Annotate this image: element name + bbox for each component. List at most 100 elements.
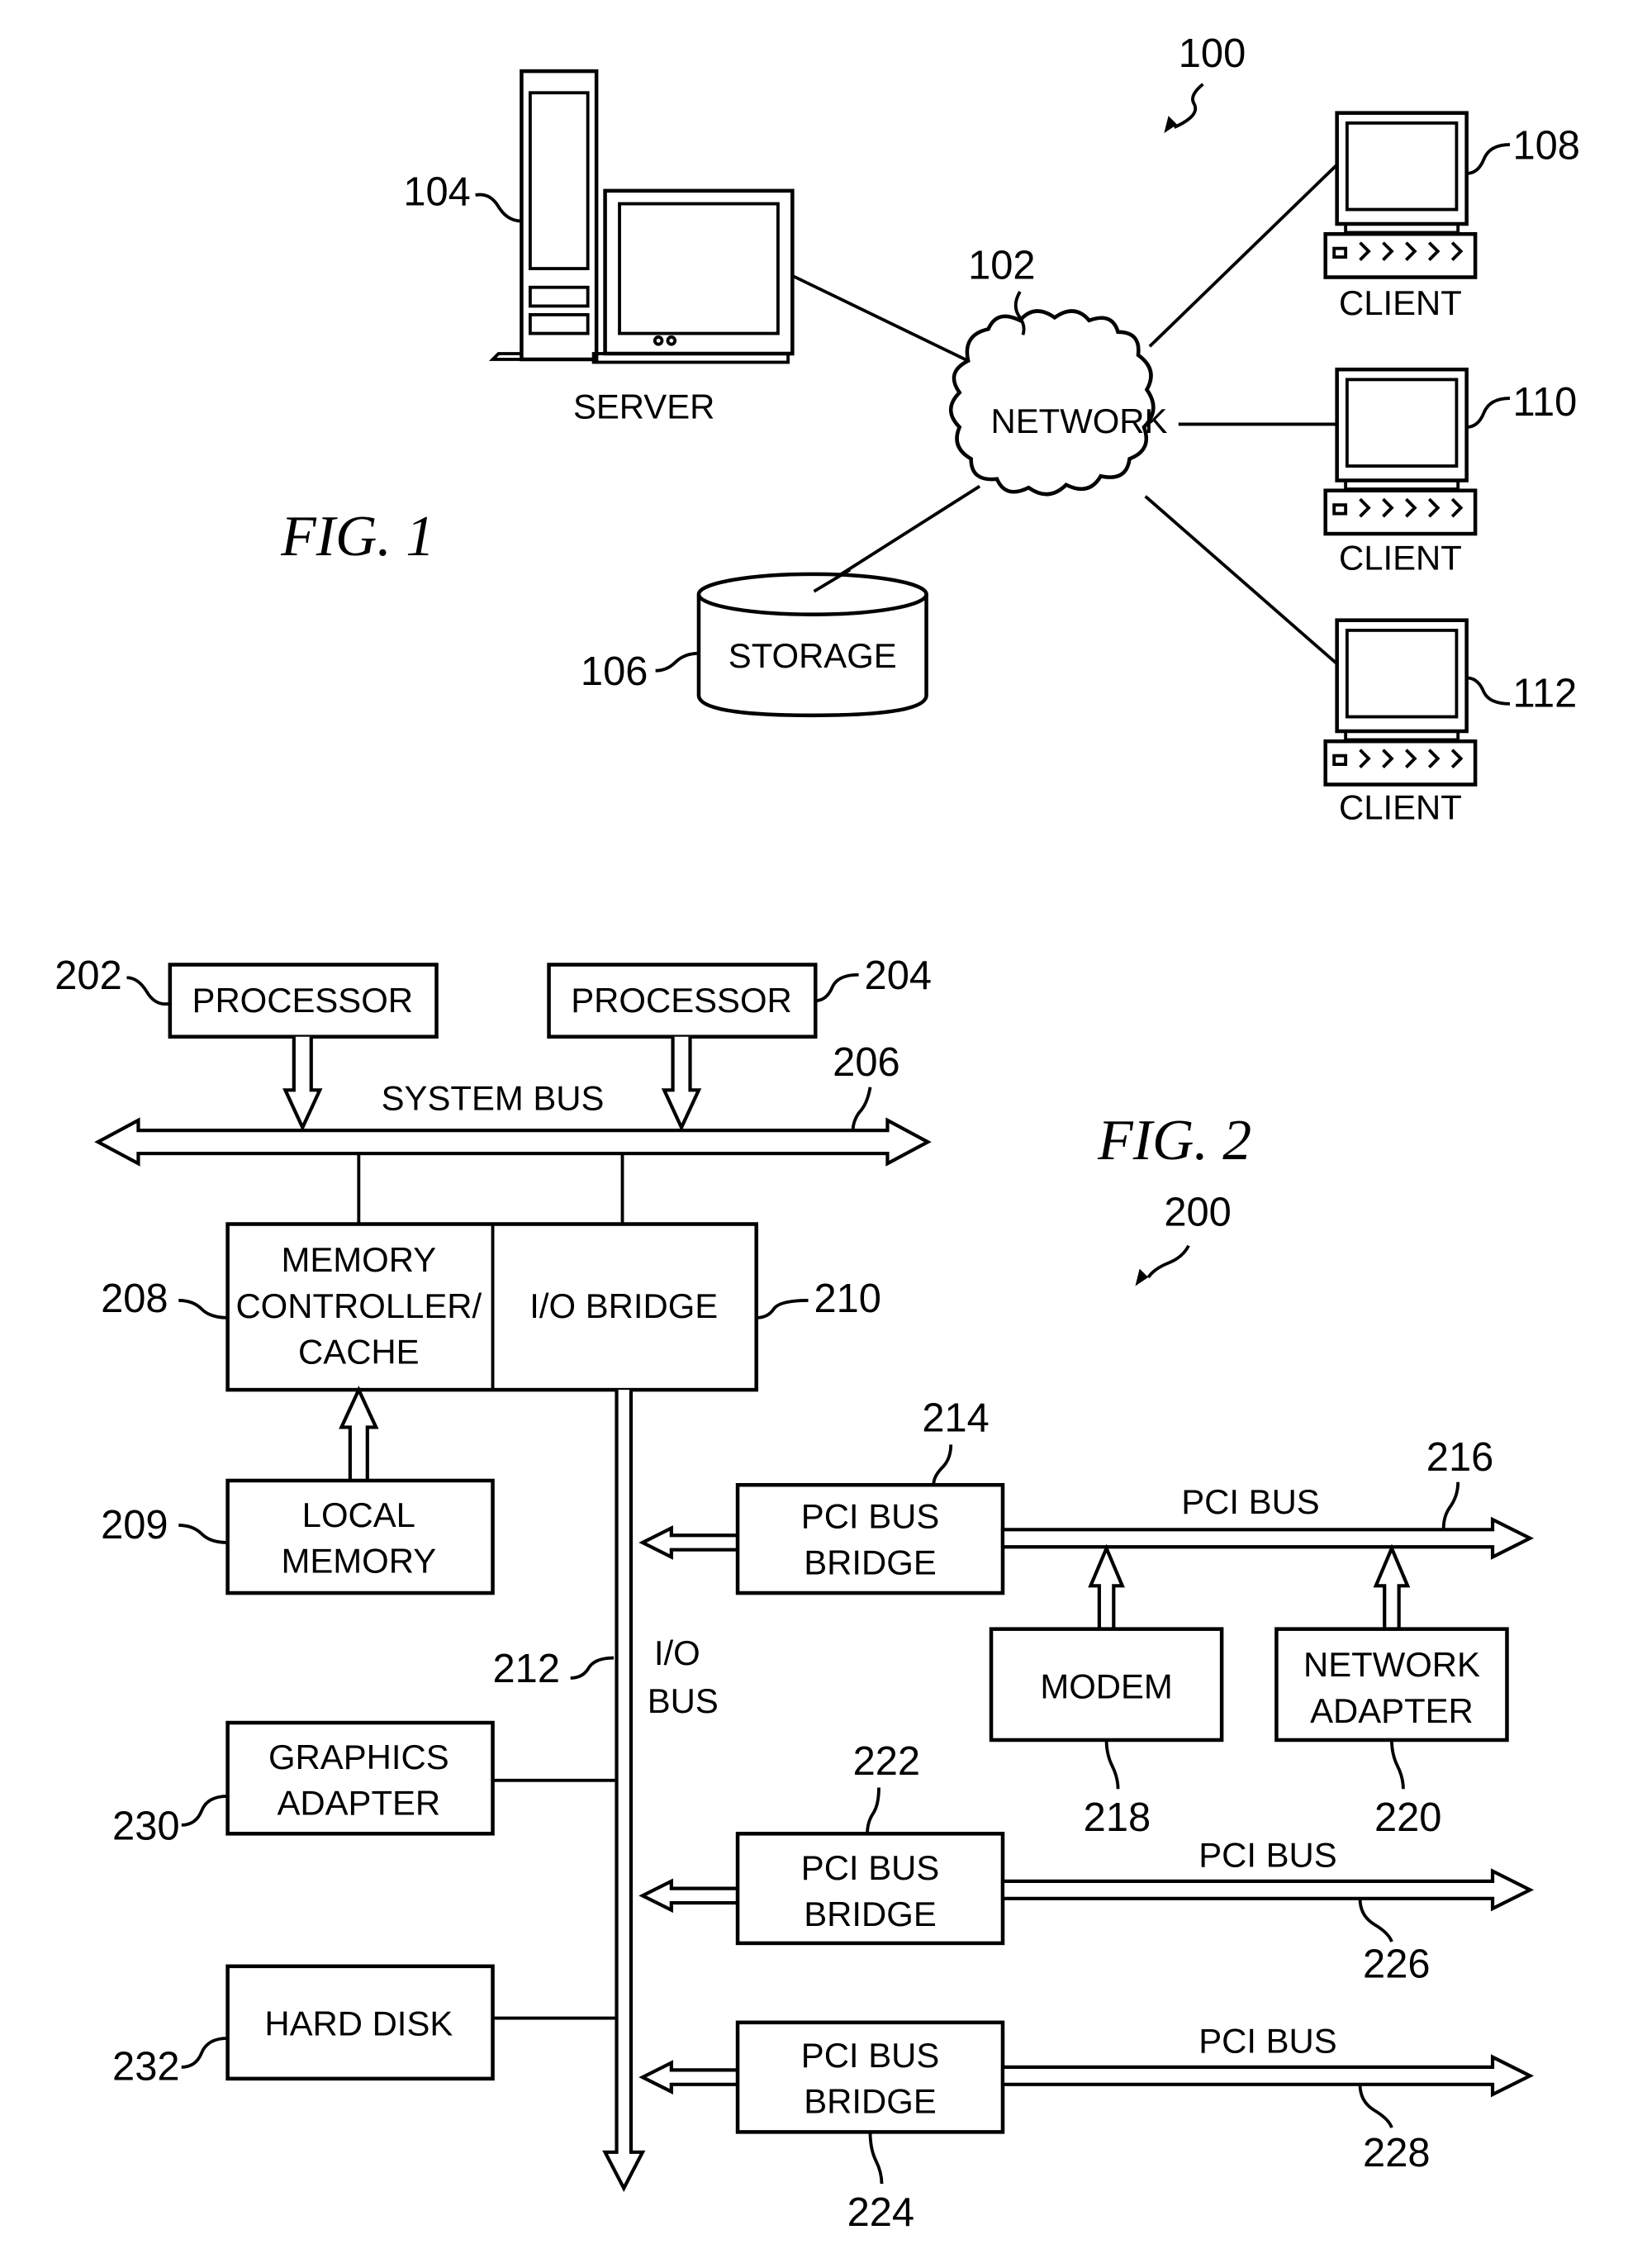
ref-100: 100 bbox=[1179, 31, 1246, 76]
local-memory-arrow bbox=[339, 1386, 379, 1481]
ref-204: 204 bbox=[865, 953, 932, 998]
network-adapter-line: ADAPTER bbox=[1310, 1691, 1474, 1730]
pci-bus-label: PCI BUS bbox=[1198, 2021, 1336, 2060]
memory-controller-line: CONTROLLER/ bbox=[235, 1286, 482, 1325]
ref-222: 222 bbox=[853, 1739, 920, 1784]
pci-bridge2-io-arrow bbox=[638, 1878, 740, 1914]
processor-label: PROCESSOR bbox=[571, 981, 792, 1020]
ref-200: 200 bbox=[1164, 1190, 1231, 1234]
io-bus-arrow bbox=[602, 1390, 646, 2192]
client-computer-icon bbox=[1323, 111, 1478, 279]
ref-108: 108 bbox=[1512, 124, 1579, 169]
leader-226 bbox=[1358, 1898, 1393, 1942]
leader-204 bbox=[815, 972, 859, 1003]
client-110: CLIENT 110 bbox=[1323, 367, 1577, 578]
arrowhead-icon bbox=[1135, 1268, 1149, 1286]
leader-104 bbox=[475, 193, 522, 223]
leader-208 bbox=[178, 1299, 228, 1319]
network-adapter-line: NETWORK bbox=[1303, 1645, 1480, 1684]
ref-216: 216 bbox=[1426, 1435, 1493, 1480]
system-bus-arrow bbox=[94, 1117, 932, 1167]
hard-disk-label: HARD DISK bbox=[264, 2004, 453, 2043]
ref-209: 209 bbox=[101, 1503, 168, 1548]
storage-label: STORAGE bbox=[729, 636, 897, 675]
ref-220: 220 bbox=[1374, 1795, 1441, 1840]
ref-102: 102 bbox=[968, 243, 1035, 288]
pci-bridge-line: PCI BUS bbox=[801, 1497, 939, 1536]
client-computer-icon bbox=[1323, 618, 1478, 787]
patent-drawing-sheet: 100 FIG. 1 104 SERVER NETWORK 102 STORAG… bbox=[55, 31, 1580, 2235]
server-label: SERVER bbox=[573, 387, 714, 426]
pci-bridge-line: PCI BUS bbox=[801, 2036, 939, 2075]
ref-100-arrow bbox=[1173, 83, 1204, 129]
ref-230: 230 bbox=[112, 1804, 179, 1848]
ref-212: 212 bbox=[493, 1647, 560, 1691]
pci-bus-216-arrow bbox=[1000, 1516, 1535, 1560]
modem-label: MODEM bbox=[1040, 1667, 1172, 1705]
fig2: FIG. 2 200 SYSTEM BUS 206 PROCESSOR 202 … bbox=[55, 953, 1535, 2235]
pci-bridge3-io-arrow bbox=[638, 2060, 740, 2094]
ref-218: 218 bbox=[1084, 1795, 1151, 1840]
link-server-network bbox=[789, 273, 969, 363]
leader-214 bbox=[932, 1444, 953, 1486]
leader-216 bbox=[1441, 1481, 1460, 1529]
leader-206 bbox=[851, 1086, 872, 1131]
local-memory-line: LOCAL bbox=[302, 1495, 415, 1534]
pci-bridge1-io-arrow bbox=[638, 1525, 740, 1560]
fig1-title: FIG. 1 bbox=[280, 505, 434, 568]
link-network-client1 bbox=[1148, 160, 1341, 348]
ref-224: 224 bbox=[847, 2190, 914, 2235]
arrowhead-icon bbox=[1164, 116, 1178, 134]
pci-bridge-line: BRIDGE bbox=[804, 2082, 936, 2121]
graphics-adapter-line: GRAPHICS bbox=[268, 1738, 449, 1776]
leader-228 bbox=[1358, 2084, 1393, 2128]
processor1-bus-arrow bbox=[282, 1036, 323, 1132]
ref-202: 202 bbox=[55, 953, 121, 998]
io-bridge-label: I/O BRIDGE bbox=[529, 1286, 718, 1325]
local-memory-line: MEMORY bbox=[282, 1542, 437, 1581]
network-label: NETWORK bbox=[990, 402, 1167, 440]
leader-110 bbox=[1466, 397, 1511, 429]
pci-bridge-line: BRIDGE bbox=[804, 1543, 936, 1581]
pci-bus-label: PCI BUS bbox=[1181, 1482, 1319, 1521]
ref-226: 226 bbox=[1363, 1942, 1430, 1987]
server-icon bbox=[488, 69, 795, 364]
leader-222 bbox=[866, 1787, 880, 1834]
processor-label: PROCESSOR bbox=[192, 981, 414, 1020]
graphics-adapter-line: ADAPTER bbox=[277, 1784, 440, 1823]
fig1: 100 FIG. 1 104 SERVER NETWORK 102 STORAG… bbox=[280, 31, 1580, 826]
client-label: CLIENT bbox=[1339, 787, 1462, 826]
client-computer-icon bbox=[1323, 367, 1478, 536]
client-112: CLIENT 112 bbox=[1323, 618, 1577, 826]
ref-112: 112 bbox=[1512, 671, 1577, 716]
network-adapter-bus-arrow bbox=[1373, 1543, 1411, 1629]
client-label: CLIENT bbox=[1339, 283, 1462, 322]
leader-210 bbox=[756, 1299, 809, 1319]
leader-106 bbox=[655, 651, 699, 673]
system-bus-label: SYSTEM BUS bbox=[382, 1079, 605, 1118]
ref-206: 206 bbox=[833, 1040, 899, 1085]
ref-104: 104 bbox=[403, 169, 470, 214]
leader-108 bbox=[1466, 143, 1511, 175]
leader-220 bbox=[1390, 1739, 1405, 1790]
ref-110: 110 bbox=[1512, 380, 1577, 425]
processor2-bus-arrow bbox=[661, 1036, 702, 1132]
pci-bus-226-arrow bbox=[1000, 1868, 1535, 1912]
leader-230 bbox=[181, 1795, 228, 1827]
io-bus-line: BUS bbox=[648, 1681, 719, 1720]
io-bus-line: I/O bbox=[654, 1633, 700, 1672]
memory-controller-line: CACHE bbox=[298, 1333, 420, 1372]
link-network-client3 bbox=[1144, 495, 1341, 668]
leader-212 bbox=[570, 1656, 615, 1680]
leader-112 bbox=[1466, 676, 1510, 706]
pci-bus-label: PCI BUS bbox=[1198, 1835, 1336, 1874]
modem-bus-arrow bbox=[1088, 1543, 1125, 1629]
ref-228: 228 bbox=[1363, 2131, 1430, 2175]
ref-214: 214 bbox=[922, 1396, 989, 1441]
pci-bus-228-arrow bbox=[1000, 2054, 1535, 2098]
pci-bridge-line: PCI BUS bbox=[801, 1848, 939, 1887]
leader-209 bbox=[178, 1524, 228, 1544]
ref-106: 106 bbox=[581, 649, 648, 694]
ref-210: 210 bbox=[814, 1277, 881, 1321]
pci-bridge-line: BRIDGE bbox=[804, 1895, 936, 1933]
